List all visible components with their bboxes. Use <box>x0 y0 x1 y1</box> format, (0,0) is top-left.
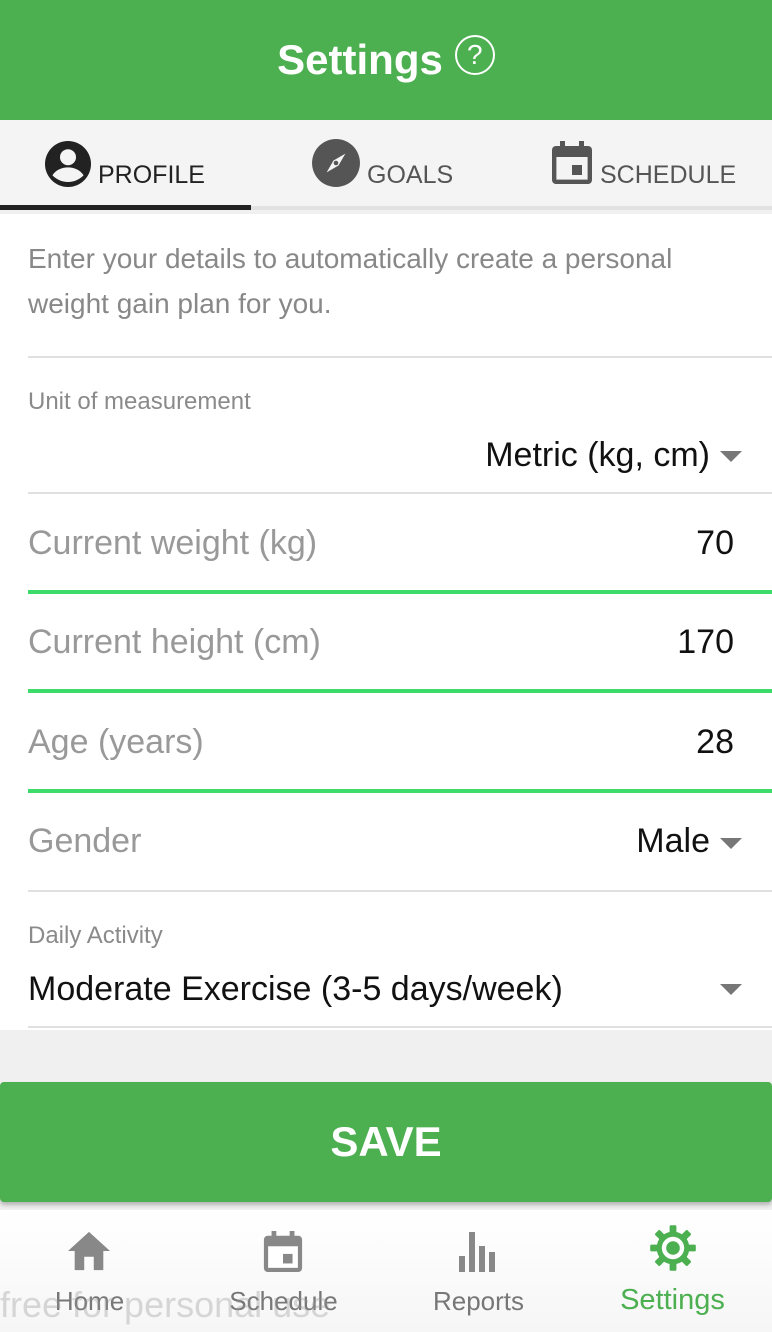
intro-text: Enter your details to automatically crea… <box>28 243 673 319</box>
age-underline <box>28 789 772 793</box>
weight-underline <box>28 590 772 594</box>
bottom-navigation: Home Schedule Reports Settings <box>0 1210 772 1332</box>
home-icon <box>68 1231 110 1271</box>
tab-goals[interactable]: GOALS <box>311 120 453 210</box>
tab-profile-label: PROFILE <box>98 160 205 189</box>
weight-label: Current weight (kg) <box>28 524 318 562</box>
bar-chart-icon <box>459 1232 495 1272</box>
divider <box>28 890 772 892</box>
tab-schedule-label: SCHEDULE <box>600 160 737 189</box>
settings-gear-icon <box>650 1225 696 1271</box>
nav-reports[interactable]: Reports <box>382 1210 575 1332</box>
chevron-down-icon <box>720 984 742 995</box>
chevron-down-icon <box>720 838 742 849</box>
nav-reports-label: Reports <box>432 1286 525 1316</box>
age-value: 28 <box>696 723 734 761</box>
height-label: Current height (cm) <box>28 623 321 661</box>
nav-schedule[interactable]: Schedule <box>187 1210 380 1332</box>
help-icon[interactable]: ? <box>454 35 495 75</box>
height-underline <box>28 689 772 693</box>
active-tab-indicator <box>0 205 251 210</box>
gender-value: Male <box>636 822 710 860</box>
app-header: Settings ? <box>0 0 772 120</box>
nav-home-label: Home <box>54 1286 125 1316</box>
divider <box>28 356 772 358</box>
settings-tabs: PROFILE GOALS SCHEDULE <box>0 120 772 210</box>
height-value: 170 <box>677 623 734 661</box>
nav-home[interactable]: Home <box>0 1210 186 1332</box>
profile-form: Enter your details to automatically crea… <box>0 214 772 1030</box>
save-button-label: SAVE <box>330 1118 442 1165</box>
nav-schedule-label: Schedule <box>229 1286 338 1316</box>
nav-settings[interactable]: Settings <box>576 1210 769 1332</box>
divider <box>28 492 772 494</box>
unit-label: Unit of measurement <box>28 388 251 415</box>
save-button[interactable]: SAVE <box>0 1082 772 1202</box>
calendar-icon <box>552 141 592 184</box>
chevron-down-icon <box>720 451 742 462</box>
divider <box>28 1026 772 1028</box>
account-circle-icon <box>45 141 91 187</box>
calendar-icon <box>263 1231 303 1273</box>
compass-icon <box>312 139 360 187</box>
tab-goals-label: GOALS <box>367 160 454 189</box>
activity-value: Moderate Exercise (3-5 days/week) <box>28 970 563 1008</box>
activity-label: Daily Activity <box>28 922 163 949</box>
gender-label: Gender <box>28 822 142 860</box>
tab-schedule[interactable]: SCHEDULE <box>550 120 736 210</box>
page-title: Settings <box>277 36 443 83</box>
tab-profile[interactable]: PROFILE <box>44 120 205 210</box>
age-label: Age (years) <box>28 723 204 761</box>
unit-value: Metric (kg, cm) <box>485 436 710 474</box>
weight-value: 70 <box>696 524 734 562</box>
nav-settings-label: Settings <box>620 1284 725 1316</box>
